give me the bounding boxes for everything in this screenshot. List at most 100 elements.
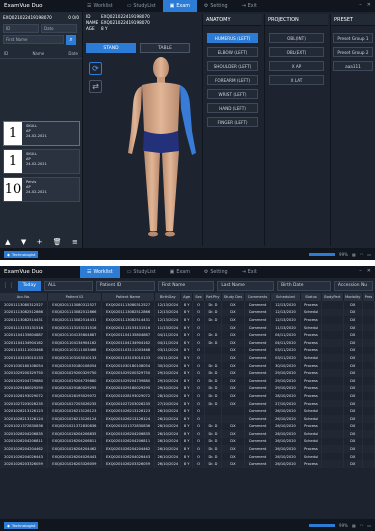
- column-header[interactable]: Comments: [244, 293, 272, 301]
- tab-exam[interactable]: ▣ Exam: [163, 266, 197, 278]
- date-select[interactable]: Date: [41, 24, 77, 33]
- column-header[interactable]: Ref.Phy: [204, 293, 222, 301]
- battery-icon: ▭: [367, 522, 371, 528]
- anatomy-item[interactable]: HAND (LEFT): [207, 103, 258, 113]
- projection-item[interactable]: X AP: [269, 61, 324, 71]
- tab-studylist[interactable]: ▭ StudyList: [120, 266, 163, 278]
- column-header[interactable]: Status: [300, 293, 323, 301]
- period-select[interactable]: ALL: [43, 280, 93, 291]
- column-header[interactable]: Modality: [343, 293, 363, 301]
- preset-item[interactable]: aaa111: [333, 61, 373, 71]
- column-header[interactable]: Scheduled: [270, 293, 301, 301]
- table-row[interactable]: 20201026213126123 EXQ0201026213126123 EXQ0…: [0, 407, 375, 415]
- trash-icon[interactable]: 🗑: [53, 238, 62, 246]
- column-header[interactable]: BodyPart: [321, 293, 344, 301]
- table-row[interactable]: 20201113153131516 EXQ0201113153131516 EXQ0…: [0, 323, 375, 332]
- column-header[interactable]: Sex: [192, 293, 205, 301]
- table-cell: O: [192, 369, 205, 377]
- torso[interactable]: [142, 82, 180, 135]
- grid-menu-icon[interactable]: ⋮⋮: [2, 281, 15, 291]
- column-header[interactable]: Study Des: [221, 293, 245, 301]
- flip-icon[interactable]: ⇄: [89, 80, 102, 93]
- right-leg[interactable]: [144, 151, 160, 231]
- tab-worklist[interactable]: ☰ Worklist: [80, 0, 120, 12]
- tab-studylist[interactable]: ▭ StudyList: [120, 0, 163, 12]
- column-header[interactable]: Age: [180, 293, 194, 301]
- minimize-icon[interactable]: –: [359, 2, 362, 8]
- table-row[interactable]: 20201028193029072 EXQ0201028193029072 EXQ0…: [0, 392, 375, 400]
- minimize-icon[interactable]: –: [359, 268, 362, 274]
- tab-exit[interactable]: ⇥ Exit: [235, 266, 264, 278]
- column-header[interactable]: Pres: [362, 293, 375, 301]
- table-button[interactable]: TABLE: [140, 43, 190, 53]
- arrow-up-icon[interactable]: ▲: [5, 238, 10, 246]
- table-cell: 8 Y: [180, 308, 194, 317]
- column-header[interactable]: Acc.No.: [0, 293, 49, 301]
- tab-setting[interactable]: ⚙ Setting: [197, 266, 235, 278]
- head[interactable]: [153, 57, 169, 79]
- table-row[interactable]: 20201030180108054 EXQ0201030180108054 EXQ0…: [0, 361, 375, 370]
- anatomy-item[interactable]: WRIST (LEFT): [207, 89, 258, 99]
- arrow-down-icon[interactable]: ▼: [21, 238, 26, 246]
- patient-id-filter[interactable]: Patient ID: [95, 280, 155, 291]
- menu-icon[interactable]: ≡: [72, 238, 78, 246]
- table-row[interactable]: 20201026204206835 EXQ0201026204206835 EXQ0…: [0, 430, 375, 438]
- birth-date-filter[interactable]: Birth Date: [277, 280, 331, 291]
- table-row[interactable]: 20201103111003468 EXQ0201103111003468 EXQ0…: [0, 346, 375, 355]
- rotate-icon[interactable]: ⟳: [89, 62, 102, 75]
- table-row[interactable]: 20201113082512866 EXQ0201113082512866 EXQ0…: [0, 308, 375, 317]
- column-header[interactable]: BirthDay: [154, 293, 182, 301]
- tab-worklist[interactable]: ☰ Worklist: [80, 266, 120, 278]
- study-item[interactable]: 1 SKULL AP 24-02-2021: [3, 149, 80, 174]
- left-leg[interactable]: [162, 151, 179, 231]
- first-name-filter[interactable]: First Name: [157, 280, 215, 291]
- stand-button[interactable]: STAND: [86, 43, 136, 53]
- table-cell: Process: [300, 399, 323, 408]
- study-item[interactable]: 1 SKULL AP 24-02-2021: [3, 121, 80, 146]
- projection-item[interactable]: X LAT: [269, 75, 324, 85]
- table-row[interactable]: 20201113080312527 EXQ0201113080312527 EXQ0…: [0, 301, 375, 309]
- preset-item[interactable]: Preset Group 2: [333, 47, 373, 57]
- tab-setting[interactable]: ⚙ Setting: [197, 0, 235, 12]
- table-row[interactable]: 20201103103010133 EXQ0201103103010133 EXQ0…: [0, 354, 375, 362]
- search-button[interactable]: ⌕: [66, 35, 76, 45]
- projection-item[interactable]: OBL(INT): [269, 33, 324, 43]
- table-row[interactable]: 20201113082514431 EXQ0201113082514431 EXQ0…: [0, 316, 375, 324]
- study-item[interactable]: 10 Pelvis AP 24-02-2021: [3, 177, 80, 202]
- tab-exam[interactable]: ▣ Exam: [162, 0, 197, 12]
- column-header[interactable]: Patient Name: [101, 293, 156, 301]
- table-row[interactable]: 20201026204204462 EXQ0201026204204462 EXQ0…: [0, 445, 375, 453]
- column-header[interactable]: Patient ID: [47, 293, 102, 301]
- table-cell: DX: [343, 422, 363, 431]
- anatomy-item[interactable]: FOREARM (LEFT): [207, 75, 258, 85]
- anatomy-item[interactable]: HUMERUS (LEFT): [207, 33, 258, 43]
- id-select[interactable]: ID: [3, 24, 39, 33]
- anatomy-item[interactable]: SHOULDER (LEFT): [207, 61, 258, 71]
- first-name-field[interactable]: First Name: [3, 35, 64, 44]
- anatomy-item[interactable]: ELBOW (LEFT): [207, 47, 258, 57]
- accession-filter[interactable]: Accession Nu: [333, 280, 374, 291]
- add-icon[interactable]: +: [37, 238, 43, 246]
- today-button[interactable]: Today: [17, 280, 41, 291]
- body-model[interactable]: [120, 53, 202, 243]
- close-icon[interactable]: ✕: [367, 2, 371, 8]
- right-arm[interactable]: [128, 86, 142, 154]
- table-row[interactable]: 20201026204206811 EXQ0201026204206811 EXQ0…: [0, 437, 375, 446]
- anatomy-item[interactable]: FINGER (LEFT): [207, 117, 258, 127]
- table-row[interactable]: 20201021372830836 EXQ0201021372830836 EXQ0…: [0, 422, 375, 431]
- table-row[interactable]: 20201026204026443 EXQ0201026204026443 EXQ0…: [0, 452, 375, 461]
- table-row[interactable]: 20201029204739880 EXQ0201029204739880 EXQ0…: [0, 376, 375, 385]
- table-row[interactable]: 20201027203026235 EXQ0201027203026235 EXQ0…: [0, 399, 375, 408]
- tab-exit[interactable]: ⇥ Exit: [235, 0, 264, 12]
- table-row[interactable]: 20201029180029295 EXQ0201029180029295 EXQ0…: [0, 384, 375, 393]
- table-row[interactable]: 20201026213126124 EXQ0201026213126124 EXQ0…: [0, 414, 375, 423]
- last-name-filter[interactable]: Last Name: [217, 280, 275, 291]
- table-row[interactable]: 20201026203326059 EXQ0201026203326059 EXQ0…: [0, 460, 375, 469]
- left-arm-highlighted[interactable]: [180, 85, 196, 155]
- close-icon[interactable]: ✕: [367, 268, 371, 274]
- projection-item[interactable]: OBL(EXT): [269, 47, 324, 57]
- table-row[interactable]: 20201029200329750 EXQ0201029200329750 EXQ0…: [0, 369, 375, 377]
- table-row[interactable]: 20201104134904162 EXQ0201104134904162 EXQ0…: [0, 338, 375, 347]
- table-row[interactable]: 20201104135804887 EXQ0201104135804887 EXQ0…: [0, 331, 375, 339]
- preset-item[interactable]: Preset Group 1: [333, 33, 373, 43]
